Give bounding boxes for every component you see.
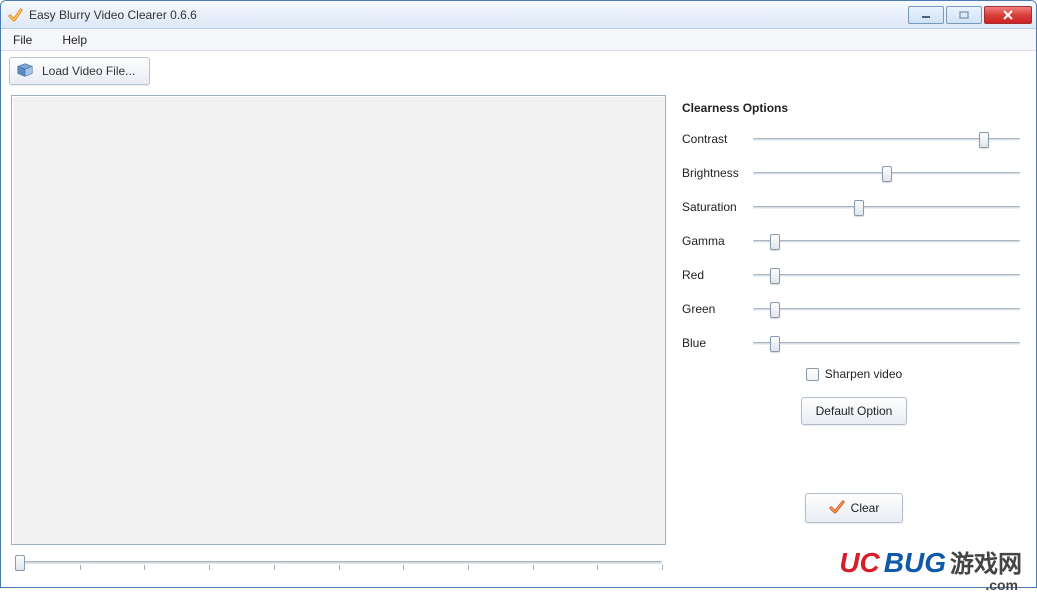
slider-track xyxy=(753,342,1020,345)
maximize-button[interactable] xyxy=(946,6,982,24)
load-video-button[interactable]: Load Video File... xyxy=(9,57,150,85)
slider-row-green: Green xyxy=(682,299,1026,319)
slider-row-brightness: Brightness xyxy=(682,163,1026,183)
window-title: Easy Blurry Video Clearer 0.6.6 xyxy=(29,8,906,22)
slider-row-red: Red xyxy=(682,265,1026,285)
clear-label: Clear xyxy=(851,501,880,515)
blue-slider[interactable] xyxy=(747,333,1026,353)
video-preview xyxy=(11,95,666,545)
timeline-track xyxy=(15,561,662,564)
book-icon xyxy=(16,61,34,82)
application-window: Easy Blurry Video Clearer 0.6.6 File Hel… xyxy=(0,0,1037,588)
load-video-label: Load Video File... xyxy=(42,64,135,78)
menubar: File Help xyxy=(1,29,1036,51)
slider-label: Gamma xyxy=(682,234,747,248)
options-title: Clearness Options xyxy=(682,101,1026,115)
slider-thumb[interactable] xyxy=(770,336,780,352)
close-button[interactable] xyxy=(984,6,1032,24)
minimize-icon xyxy=(921,11,931,19)
slider-label: Blue xyxy=(682,336,747,350)
slider-thumb[interactable] xyxy=(770,302,780,318)
timeline-thumb[interactable] xyxy=(15,555,25,571)
slider-row-contrast: Contrast xyxy=(682,129,1026,149)
default-option-button[interactable]: Default Option xyxy=(801,397,908,425)
clear-button[interactable]: Clear xyxy=(805,493,903,523)
slider-row-blue: Blue xyxy=(682,333,1026,353)
sharpen-label: Sharpen video xyxy=(825,367,902,381)
slider-label: Brightness xyxy=(682,166,747,180)
minimize-button[interactable] xyxy=(908,6,944,24)
menu-file[interactable]: File xyxy=(7,31,38,49)
close-icon xyxy=(1002,10,1014,20)
slider-thumb[interactable] xyxy=(770,234,780,250)
slider-thumb[interactable] xyxy=(770,268,780,284)
clear-row: Clear xyxy=(704,493,1004,523)
slider-track xyxy=(753,206,1020,209)
slider-label: Contrast xyxy=(682,132,747,146)
check-icon xyxy=(829,500,845,517)
slider-track xyxy=(753,240,1020,243)
saturation-slider[interactable] xyxy=(747,197,1026,217)
preview-column xyxy=(11,95,666,577)
menu-help[interactable]: Help xyxy=(56,31,93,49)
sharpen-checkbox[interactable] xyxy=(806,368,819,381)
green-slider[interactable] xyxy=(747,299,1026,319)
gamma-slider[interactable] xyxy=(747,231,1026,251)
timeline-slider[interactable] xyxy=(11,551,666,577)
window-controls xyxy=(906,6,1032,24)
default-option-label: Default Option xyxy=(816,404,893,418)
brightness-slider[interactable] xyxy=(747,163,1026,183)
timeline-ticks xyxy=(15,565,662,571)
slider-label: Green xyxy=(682,302,747,316)
slider-label: Red xyxy=(682,268,747,282)
slider-row-saturation: Saturation xyxy=(682,197,1026,217)
titlebar[interactable]: Easy Blurry Video Clearer 0.6.6 xyxy=(1,1,1036,29)
slider-thumb[interactable] xyxy=(854,200,864,216)
app-icon xyxy=(7,7,23,23)
red-slider[interactable] xyxy=(747,265,1026,285)
slider-thumb[interactable] xyxy=(882,166,892,182)
contrast-slider[interactable] xyxy=(747,129,1026,149)
slider-track xyxy=(753,308,1020,311)
sharpen-checkbox-row[interactable]: Sharpen video xyxy=(806,367,902,381)
slider-row-gamma: Gamma xyxy=(682,231,1026,251)
slider-label: Saturation xyxy=(682,200,747,214)
slider-track xyxy=(753,274,1020,277)
slider-thumb[interactable] xyxy=(979,132,989,148)
maximize-icon xyxy=(959,11,969,19)
toolbar: Load Video File... xyxy=(1,51,1036,91)
